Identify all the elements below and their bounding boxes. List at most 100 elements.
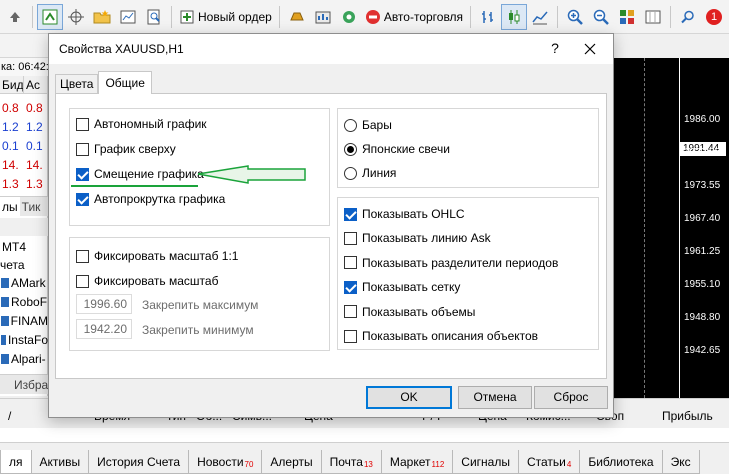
tab-general[interactable]: Общие [98, 71, 152, 94]
checkbox[interactable] [344, 207, 357, 221]
zoom-in-icon[interactable] [562, 4, 588, 30]
terminal-tab[interactable]: Экс [661, 450, 700, 474]
terminal-tab[interactable]: Алерты [261, 450, 322, 474]
main-toolbar: Новый ордер Авто-торговля 1 [0, 0, 729, 34]
chart-shift-icon[interactable] [37, 3, 63, 30]
column-ask[interactable]: Ас [24, 76, 48, 93]
chart-type-row[interactable]: Японские свечи [344, 142, 450, 156]
auto-trading-button[interactable]: Авто-торговля [362, 4, 466, 30]
checkbox[interactable] [76, 142, 89, 156]
market-watch-row[interactable]: 0.8 0.8 [0, 98, 48, 118]
market-watch-tabs: лы Тик [0, 196, 48, 216]
crosshair-icon[interactable] [63, 4, 89, 30]
close-icon[interactable] [579, 38, 601, 60]
terminal-tab[interactable]: ля [0, 450, 32, 474]
dialog-title: Свойства XAUUSD,H1 [59, 42, 184, 56]
line-chart-icon[interactable] [527, 4, 553, 30]
market-watch-row[interactable]: 0.1 0.1 [0, 136, 48, 156]
account-label: RoboF [11, 295, 48, 309]
navigator-account-item[interactable]: RoboF [0, 293, 48, 311]
notification-count: 1 [711, 10, 718, 23]
col-profit[interactable]: Прибыль [662, 409, 713, 423]
cancel-button[interactable]: Отмена [458, 386, 532, 409]
bid-value: 0.8 [2, 101, 19, 115]
display-option-label: Показывать линию Ask [362, 231, 491, 246]
scale-option-row[interactable]: Фиксировать масштаб [76, 274, 218, 288]
chart-type-label: Бары [362, 118, 392, 132]
fix-max-input[interactable]: 1996.60 [76, 294, 132, 314]
terminal-tab[interactable]: История Счета [88, 450, 190, 474]
checkbox[interactable] [344, 305, 357, 319]
checkbox[interactable] [76, 249, 89, 263]
terminal-tab[interactable]: Статьи 4 [517, 450, 581, 474]
tab-colors[interactable]: Цвета [55, 74, 99, 94]
reset-button[interactable]: Сброс [534, 386, 608, 409]
search-icon[interactable] [675, 4, 701, 30]
checkbox[interactable] [344, 256, 357, 270]
ask-value: 14. [26, 158, 43, 172]
notifications-badge[interactable]: 1 [701, 4, 727, 30]
scale-option-row[interactable]: Фиксировать масштаб 1:1 [76, 249, 238, 263]
zoom-out-icon[interactable] [588, 4, 614, 30]
chart-type-row[interactable]: Линия [344, 166, 396, 180]
checkbox[interactable] [76, 117, 89, 131]
terminal-tab[interactable]: Маркет 112 [380, 450, 454, 474]
column-bid[interactable]: Бид [0, 76, 24, 93]
tab-favorites[interactable]: Избра [0, 378, 48, 392]
display-option-row[interactable]: Показывать разделители периодов [344, 256, 558, 270]
chart-option-row[interactable]: Смещение графика [76, 167, 204, 181]
tab-ticks[interactable]: Тик [20, 197, 43, 216]
checkbox[interactable] [344, 329, 357, 343]
terminal-tab[interactable]: Сигналы [452, 450, 519, 474]
chart-option-row[interactable]: Автономный график [76, 117, 207, 131]
display-option-row[interactable]: Показывать сетку [344, 280, 460, 294]
terminal-tab[interactable]: Новости 70 [188, 450, 263, 474]
terminal-tab[interactable]: Активы [30, 450, 90, 474]
checkbox[interactable] [344, 280, 357, 294]
terminal-tab[interactable]: Библиотека [579, 450, 663, 474]
radio-button[interactable] [344, 142, 357, 156]
market-watch-header: ка: 06:42: [0, 58, 48, 76]
tab-symbols[interactable]: лы [0, 197, 20, 216]
gold-bars-icon[interactable] [284, 4, 310, 30]
market-watch-row[interactable]: 1.2 1.2 [0, 117, 48, 137]
checkbox[interactable] [76, 274, 89, 288]
fix-min-input[interactable]: 1942.20 [76, 319, 132, 339]
display-option-row[interactable]: Показывать объемы [344, 305, 475, 319]
display-option-row[interactable]: Показывать описания объектов [344, 329, 538, 343]
chart-option-row[interactable]: График сверху [76, 142, 176, 156]
price-tick-label: 1942.65 [684, 345, 721, 356]
market-watch-row[interactable]: 1.3 1.3 [0, 174, 48, 194]
checkbox[interactable] [76, 167, 89, 181]
checkbox[interactable] [76, 192, 89, 206]
checkbox[interactable] [344, 231, 357, 245]
signals-icon[interactable] [336, 4, 362, 30]
new-order-button[interactable]: Новый ордер [176, 4, 275, 30]
tile-windows-icon[interactable] [614, 4, 640, 30]
navigator-account-item[interactable]: InstaFo [0, 331, 48, 349]
chart-type-row[interactable]: Бары [344, 118, 392, 132]
radio-button[interactable] [344, 118, 357, 132]
slash-col: / [8, 409, 12, 423]
arrow-up-icon[interactable] [2, 4, 28, 30]
display-option-row[interactable]: Показывать линию Ask [344, 231, 491, 245]
folder-star-icon[interactable] [89, 4, 115, 30]
radio-button[interactable] [344, 166, 357, 180]
ok-button[interactable]: OK [366, 386, 452, 409]
zoom-page-icon[interactable] [141, 4, 167, 30]
candlestick-icon[interactable] [501, 3, 528, 30]
navigator-account-item[interactable]: FINAM [0, 312, 48, 330]
terminal-tab[interactable]: Почта 13 [320, 450, 382, 474]
navigator-accounts[interactable]: чета [0, 256, 48, 274]
help-button[interactable]: ? [545, 38, 565, 58]
chart-window-icon[interactable] [115, 4, 141, 30]
market-watch-row[interactable]: 14. 14. [0, 155, 48, 175]
navigator-account-item[interactable]: Alpari- [0, 350, 48, 368]
toolbar-separator [557, 5, 559, 28]
chart-option-row[interactable]: Автопрокрутка графика [76, 192, 225, 206]
market-icon[interactable] [310, 4, 336, 30]
periods-icon[interactable] [640, 4, 666, 30]
display-option-row[interactable]: Показывать OHLC [344, 207, 465, 221]
navigator-account-item[interactable]: AMark [0, 274, 48, 292]
bar-chart-icon[interactable] [475, 4, 501, 30]
